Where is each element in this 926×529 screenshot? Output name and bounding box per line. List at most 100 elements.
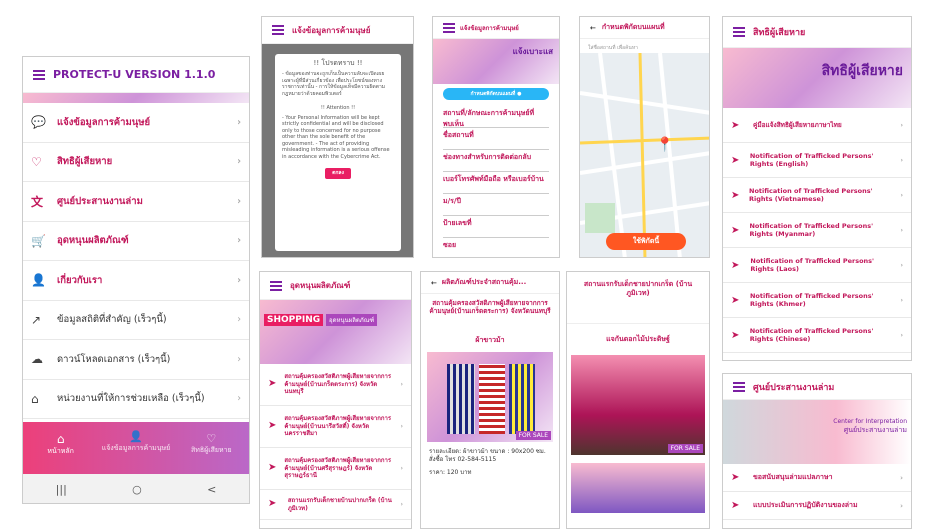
send-icon: ➤ xyxy=(268,420,277,432)
shelter-item[interactable]: ➤ สถานคุ้มครองสวัสดิภาพผู้เสียหายจากการค้… xyxy=(260,406,411,448)
for-sale-tag: FOR SALE xyxy=(515,430,551,440)
menu-icon[interactable] xyxy=(733,380,745,394)
person-icon: 👤 xyxy=(31,273,46,288)
menu-icon[interactable] xyxy=(33,68,45,82)
rights-item[interactable]: ➤ Notification of Trafficked Persons' Rig… xyxy=(723,213,911,248)
rights-item[interactable]: ➤ คู่มือแจ้งสิทธิผู้เสียหายภาษาไทย › xyxy=(723,108,911,143)
shelter-item[interactable]: ➤ สถานแรกรับเด็กชายบ้านปากเกร็ด (บ้านภูมิ… xyxy=(260,490,411,520)
shelter-item[interactable]: ➤ สถานคุ้มครองสวัสดิภาพผู้เสียหายจากการค้… xyxy=(260,364,411,406)
report-banner: แจ้งเบาะแส xyxy=(433,39,559,84)
send-icon: ➤ xyxy=(731,294,740,306)
rights-screen: สิทธิผู้เสียหาย สิทธิผู้เสียหาย ➤ คู่มือแ… xyxy=(722,16,912,361)
use-location-button[interactable]: ใช้พิกัดนี้ xyxy=(606,233,686,250)
form-field[interactable]: ซอย xyxy=(443,238,549,257)
send-icon: ➤ xyxy=(731,189,740,201)
menu-item[interactable]: 文ศูนย์ประสานงานล่าม › xyxy=(23,182,249,222)
chevron-right-icon: › xyxy=(237,274,241,286)
form-field[interactable]: ม/ร/ปี xyxy=(443,194,549,216)
banner-text: สิทธิผู้เสียหาย xyxy=(821,63,903,79)
tab-rights[interactable]: ♡ สิทธิผู้เสียหาย xyxy=(174,422,249,474)
chevron-right-icon: › xyxy=(237,116,241,128)
menu-icon[interactable] xyxy=(272,23,284,37)
menu-item[interactable]: 🛒 อุดหนุนผลิตภัณฑ์ › xyxy=(23,222,249,261)
ok-button[interactable]: ตกลง xyxy=(325,168,351,179)
chevron-right-icon: › xyxy=(237,353,241,365)
chevron-right-icon: › xyxy=(237,314,241,326)
attention-heading: !! Attention !! xyxy=(320,105,356,112)
set-location-button[interactable]: กำหนดพิกัดบนแผนที่ ● xyxy=(443,88,549,100)
interpreter-item[interactable]: ➤ แบบประเมินการปฏิบัติงานของล่าม › xyxy=(723,492,911,520)
home-button[interactable]: ○ xyxy=(132,483,142,496)
chevron-right-icon: › xyxy=(900,226,903,234)
app-bar: PROTECT-U VERSION 1.1.0 xyxy=(23,57,249,93)
chevron-right-icon: › xyxy=(900,121,903,129)
send-icon: ➤ xyxy=(731,154,740,166)
form-field[interactable]: ป้ายเลขที่ xyxy=(443,216,549,238)
back-arrow-icon[interactable]: ← xyxy=(431,279,437,287)
heart-icon: ♡ xyxy=(31,154,42,169)
send-icon: ➤ xyxy=(731,329,740,341)
send-icon: ➤ xyxy=(731,224,740,236)
notice-heading: !! โปรดทราบ !! xyxy=(313,59,363,67)
menu-item[interactable]: ↗ ข้อมูลสถิติที่สำคัญ (เร็วๆนี้) › xyxy=(23,301,249,340)
rights-item[interactable]: ➤ Notification of Trafficked Persons' Rig… xyxy=(723,318,911,353)
main-menu-screen: PROTECT-U VERSION 1.1.0 💬 แจ้งข้อมูลการค้… xyxy=(22,56,250,504)
interpreter-screen: ศูนย์ประสานงานล่าม Center for Interpreta… xyxy=(722,373,912,529)
send-icon: ➤ xyxy=(268,462,277,474)
back-arrow-icon[interactable]: ← xyxy=(590,24,596,32)
tab-home[interactable]: ⌂ หน้าหลัก xyxy=(23,422,98,474)
chevron-right-icon: › xyxy=(400,422,403,430)
banner-text: แจ้งเบาะแส xyxy=(512,47,553,56)
form-field[interactable]: ช่องทางสำหรับการติดต่อกลับ xyxy=(443,150,549,172)
menu-item[interactable]: 👤 เกี่ยวกับเรา › xyxy=(23,261,249,301)
rights-item[interactable]: ➤ Notification of Trafficked Persons' Rig… xyxy=(723,143,911,178)
rights-item[interactable]: ➤ Notification of Trafficked Persons' Rig… xyxy=(723,248,911,283)
form-field[interactable]: เบอร์โทรศัพท์มือถือ หรือเบอร์บ้าน xyxy=(443,172,549,194)
notice-screen: แจ้งข้อมูลการค้ามนุษย์ !! โปรดทราบ !! - … xyxy=(261,16,414,258)
shelter-item[interactable]: ➤ สถานคุ้มครองสวัสดิภาพผู้เสียหายจากการค้… xyxy=(260,448,411,490)
chat-icon: 💬 xyxy=(31,115,46,130)
chevron-right-icon: › xyxy=(400,500,403,508)
product-price: ราคา: 120 บาท xyxy=(429,468,472,476)
cloud-download-icon: ☁ xyxy=(31,352,43,367)
map-pin-icon: 📍 xyxy=(656,137,674,153)
app-bar: ศูนย์ประสานงานล่าม xyxy=(723,374,911,400)
recent-apps-button[interactable]: ||| xyxy=(56,483,67,496)
rights-item[interactable]: ➤ Notification of Trafficked Persons' Rig… xyxy=(723,283,911,318)
send-icon: ➤ xyxy=(731,472,740,483)
menu-item[interactable]: ⌂ หน่วยงานที่ให้การช่วยเหลือ (เร็วๆนี้) › xyxy=(23,380,249,419)
pin-icon: ● xyxy=(517,91,522,97)
banner-en: Center for Interpretation xyxy=(833,418,907,425)
translate-icon: 文 xyxy=(31,194,44,209)
chevron-right-icon: › xyxy=(237,235,241,247)
notice-english: - Your Personal Information will be kept… xyxy=(282,114,390,160)
form-field[interactable]: ชื่อสถานที่ xyxy=(443,128,549,150)
menu-item[interactable]: ☁ ดาวน์โหลดเอกสาร (เร็วๆนี้) › xyxy=(23,340,249,380)
menu-item[interactable]: ♡ สิทธิผู้เสียหาย › xyxy=(23,143,249,182)
menu-icon[interactable] xyxy=(733,25,745,39)
map-roads xyxy=(580,53,709,257)
shelter-heading: สถานคุ้มครองสวัสดิภาพผู้เสียหายจากการค้า… xyxy=(429,299,551,316)
menu-icon[interactable] xyxy=(270,279,282,293)
chevron-right-icon: › xyxy=(400,464,403,472)
tab-report[interactable]: 👤 แจ้งข้อมูลการค้ามนุษย์ xyxy=(98,422,173,474)
menu-icon[interactable] xyxy=(443,21,455,35)
android-nav-bar: ||| ○ < xyxy=(23,474,249,503)
banner-th: ศูนย์ประสานงานล่าม xyxy=(843,426,907,434)
flower-image: FOR SALE xyxy=(571,355,705,455)
product-name: ผ้าขาวม้า xyxy=(475,335,505,344)
report-form: สถานที่/ลักษณะการค้ามนุษย์ที่พบเห็น ชื่อส… xyxy=(433,104,559,257)
app-bar: แจ้งข้อมูลการค้ามนุษย์ xyxy=(262,17,413,44)
back-button[interactable]: < xyxy=(207,483,216,496)
trending-icon: ↗ xyxy=(31,312,42,327)
send-icon: ➤ xyxy=(268,378,277,390)
menu-item[interactable]: 💬 แจ้งข้อมูลการค้ามนุษย์ › xyxy=(23,103,249,143)
form-field[interactable]: สถานที่/ลักษณะการค้ามนุษย์ที่พบเห็น xyxy=(443,106,549,128)
send-icon: ➤ xyxy=(268,498,277,510)
map-view[interactable]: 📍 ใช้พิกัดนี้ xyxy=(580,53,709,257)
chevron-right-icon: › xyxy=(900,191,903,199)
interpreter-item[interactable]: ➤ ขอสนับสนุนล่ามแปลภาษา › xyxy=(723,464,911,492)
chevron-right-icon: › xyxy=(237,195,241,207)
rights-item[interactable]: ➤ Notification of Trafficked Persons' Rig… xyxy=(723,178,911,213)
chevron-right-icon: › xyxy=(900,501,903,510)
